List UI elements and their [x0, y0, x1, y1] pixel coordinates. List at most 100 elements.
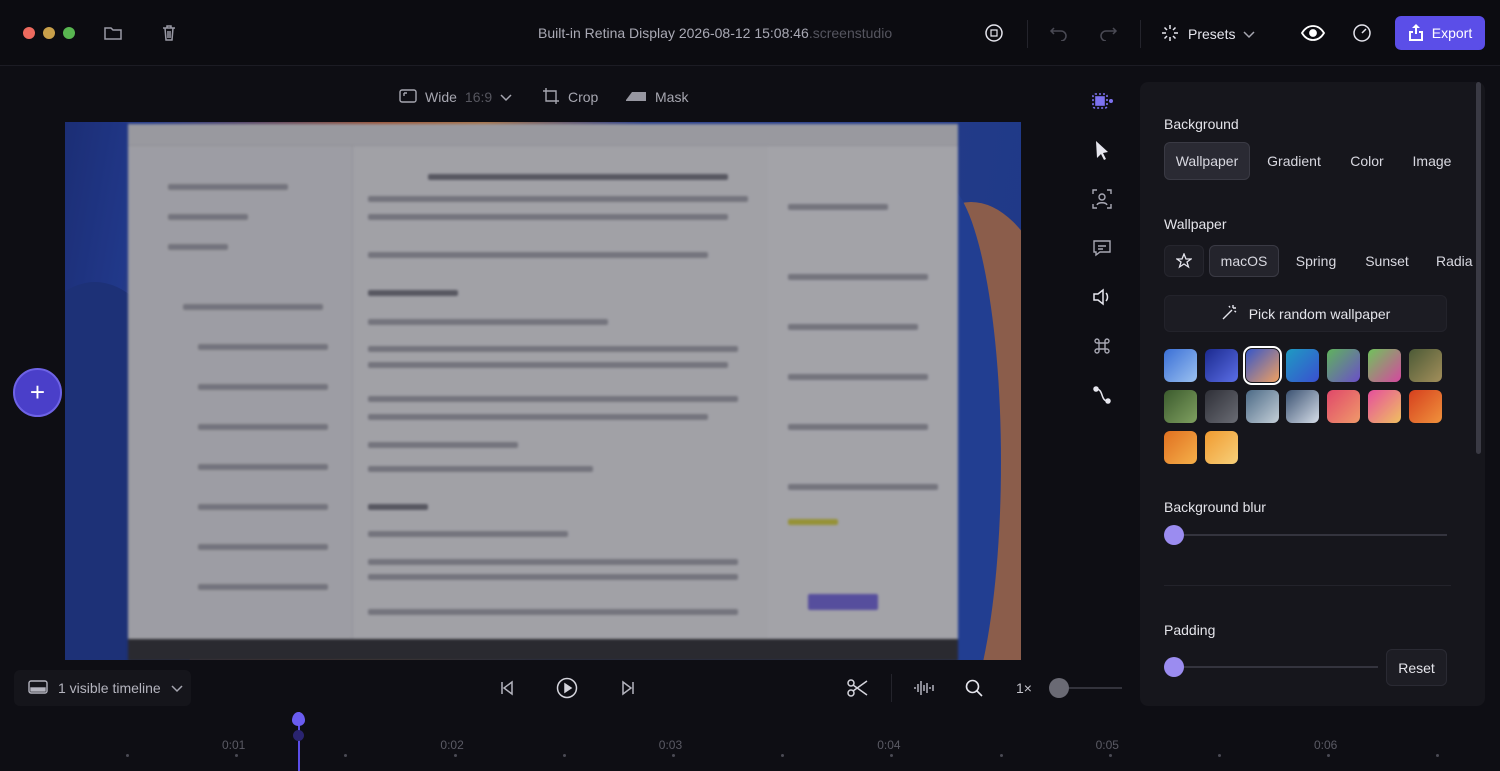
visible-timeline-label: 1 visible timeline — [58, 680, 161, 696]
folder-icon[interactable] — [100, 20, 126, 46]
timeline-tick-dot — [672, 754, 675, 757]
speed-gauge-icon[interactable] — [1349, 20, 1375, 46]
timeline-ruler[interactable]: 0:01 0:02 0:03 0:04 0:05 0:06 — [0, 712, 1500, 771]
background-heading: Background — [1164, 116, 1239, 132]
mask-label: Mask — [655, 89, 689, 105]
export-label: Export — [1431, 25, 1473, 41]
padding-reset-button[interactable]: Reset — [1386, 649, 1447, 686]
background-settings-panel: Background Wallpaper Gradient Color Imag… — [1140, 82, 1485, 706]
padding-slider-knob[interactable] — [1164, 657, 1184, 677]
window-title: Built-in Retina Display 2026-08-12 15:08… — [538, 25, 892, 41]
panel-scrollbar[interactable] — [1476, 82, 1481, 454]
wallpaper-thumbnail-green-hills[interactable] — [1164, 390, 1197, 423]
timeline-icon — [28, 679, 48, 698]
timeline-tick-label: 0:02 — [440, 738, 464, 752]
close-window-button[interactable] — [23, 27, 35, 39]
wallpaper-thumbnail-dark-rock[interactable] — [1204, 390, 1238, 423]
tab-color[interactable]: Color — [1336, 142, 1398, 180]
timeline-tick-dot — [1327, 754, 1331, 757]
wallpaper-heading: Wallpaper — [1164, 216, 1227, 232]
wallpaper-thumbnail-mountain[interactable] — [1408, 349, 1442, 382]
shortcuts-tool-icon[interactable] — [1090, 334, 1114, 358]
scissors-icon[interactable] — [846, 676, 870, 700]
tab-gradient[interactable]: Gradient — [1256, 142, 1332, 180]
wallpaper-set-spring[interactable]: Spring — [1285, 245, 1347, 277]
timeline-tick-label: 0:03 — [658, 738, 683, 752]
wallpaper-thumbnail-sunset-wave[interactable] — [1242, 346, 1282, 385]
tab-wallpaper[interactable]: Wallpaper — [1164, 142, 1250, 180]
wallpaper-thumbnail-rainbow[interactable] — [1368, 349, 1401, 382]
command-icon[interactable] — [981, 20, 1007, 46]
wallpaper-thumbnail-blue-wave[interactable] — [1164, 349, 1197, 382]
audio-tool-icon[interactable] — [1090, 285, 1114, 309]
aspect-label: Wide — [425, 89, 457, 105]
timeline-tick-dot — [781, 754, 785, 757]
preview-eye-icon[interactable] — [1300, 20, 1326, 46]
camera-tool-icon[interactable] — [1090, 187, 1114, 211]
share-icon — [1408, 23, 1424, 44]
wallpaper-thumbnail-coast[interactable] — [1245, 390, 1279, 423]
timeline-tick-label: 0:06 — [1314, 738, 1338, 752]
timeline-tick-label: 0:01 — [222, 738, 246, 752]
motion-path-tool-icon[interactable] — [1090, 383, 1114, 407]
wallpaper-thumbnail-orange-flow[interactable] — [1164, 431, 1197, 464]
background-blur-track[interactable] — [1174, 534, 1447, 536]
waveform-icon[interactable] — [912, 676, 936, 700]
wallpaper-thumbnail-dark-blue-wave[interactable] — [1204, 349, 1238, 382]
background-blur-label: Background blur — [1164, 499, 1266, 515]
presets-menu-button[interactable]: Presets — [1160, 20, 1255, 48]
timeline-tick-dot — [1108, 754, 1112, 757]
wallpaper-thumbnail-green-purple[interactable] — [1327, 349, 1361, 382]
favorites-star-icon[interactable] — [1164, 245, 1204, 277]
aspect-ratio-dropdown[interactable]: Wide 16:9 — [399, 86, 512, 108]
pick-random-wallpaper-button[interactable]: Pick random wallpaper — [1164, 295, 1447, 332]
trash-icon[interactable] — [156, 20, 182, 46]
crop-button[interactable]: Crop — [542, 86, 598, 108]
play-icon[interactable] — [555, 676, 579, 700]
redo-icon[interactable] — [1095, 20, 1121, 46]
mask-icon — [625, 88, 647, 107]
wallpaper-thumbnail-snow-peaks[interactable] — [1286, 390, 1320, 423]
wallpaper-thumbnail-golden-flow[interactable] — [1204, 431, 1238, 464]
zoom-window-button[interactable] — [63, 27, 75, 39]
skip-back-icon[interactable] — [495, 676, 519, 700]
padding-label: Padding — [1164, 622, 1216, 638]
wallpaper-set-macos[interactable]: macOS — [1209, 245, 1279, 277]
zoom-magnifier-icon[interactable] — [962, 676, 986, 700]
timeline-tick-dot — [235, 754, 239, 757]
wallpaper-thumbnail-pink-yellow[interactable] — [1368, 390, 1401, 423]
aspect-ratio-value: 16:9 — [464, 89, 493, 105]
wallpaper-thumbnail-teal-blue[interactable] — [1286, 349, 1320, 382]
skip-forward-icon[interactable] — [616, 676, 640, 700]
playhead-handle[interactable] — [292, 712, 305, 726]
timeline-tick-dot — [562, 754, 566, 757]
mask-button[interactable]: Mask — [625, 86, 688, 108]
aspect-ratio-icon — [399, 88, 417, 107]
wallpaper-thumbnail-orange-red[interactable] — [1408, 390, 1442, 423]
add-layer-button[interactable]: + — [13, 368, 62, 417]
captions-tool-icon[interactable] — [1090, 236, 1114, 260]
background-blur-slider-knob[interactable] — [1164, 525, 1184, 545]
tab-image[interactable]: Image — [1402, 142, 1462, 180]
cursor-tool-icon[interactable] — [1090, 138, 1114, 162]
chevron-down-icon — [171, 680, 183, 696]
timeline-tick-dot — [999, 754, 1003, 757]
undo-icon[interactable] — [1046, 20, 1072, 46]
visible-timeline-dropdown[interactable]: 1 visible timeline — [14, 670, 191, 706]
window-title-extension: .screenstudio — [808, 25, 893, 41]
playhead-marker — [293, 730, 304, 741]
wallpaper-set-radial[interactable]: Radia — [1426, 245, 1481, 277]
timeline-zoom-knob[interactable] — [1049, 678, 1069, 698]
background-tool-icon[interactable] — [1090, 89, 1114, 113]
minimize-window-button[interactable] — [43, 27, 55, 39]
timeline-tick-label: 0:05 — [1095, 738, 1119, 752]
padding-track[interactable] — [1174, 666, 1378, 668]
export-button[interactable]: Export — [1395, 16, 1485, 50]
timeline-tick-dot — [344, 754, 348, 757]
chevron-down-icon — [500, 89, 512, 105]
video-preview[interactable] — [65, 122, 1021, 660]
crop-label: Crop — [568, 89, 599, 105]
wallpaper-thumbnail-red-pink[interactable] — [1327, 390, 1361, 423]
wallpaper-set-sunset[interactable]: Sunset — [1354, 245, 1420, 277]
playback-speed[interactable]: 1× — [1016, 680, 1032, 696]
